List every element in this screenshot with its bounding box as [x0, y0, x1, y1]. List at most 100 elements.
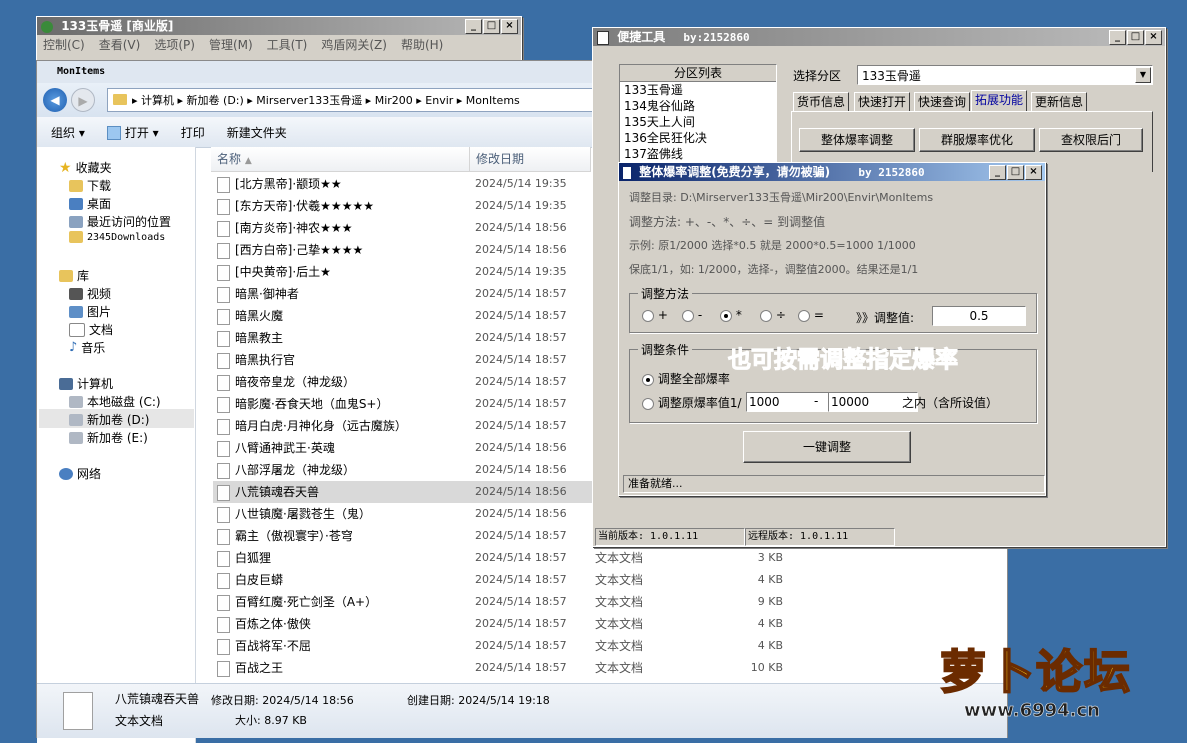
tab-quick-query[interactable]: 快速查询 — [914, 92, 971, 111]
file-type: 文本文档 — [595, 551, 644, 565]
partition-select[interactable]: 133玉骨遥 ▼ — [857, 65, 1153, 85]
tab-updates[interactable]: 更新信息 — [1031, 92, 1088, 111]
file-row[interactable]: 暗黑火魔 2024/5/14 18:57 — [213, 305, 593, 327]
method-plus-radio[interactable]: + — [642, 308, 668, 322]
menu-control[interactable]: 控制(C) — [43, 35, 85, 55]
nav-library[interactable]: 库 — [59, 267, 89, 284]
menu-gateway[interactable]: 鸡盾网关(Z) — [321, 35, 387, 55]
file-name: 暗夜帝皇龙（神龙级） — [235, 375, 356, 389]
file-row[interactable]: [北方黑帝]·颛顼★★ 2024/5/14 19:35 — [213, 173, 593, 195]
nav-item-drive-d[interactable]: 新加卷 (D:) — [69, 411, 149, 428]
forward-button[interactable]: ▶ — [71, 88, 95, 112]
method-divide-radio[interactable]: ÷ — [760, 308, 786, 322]
back-button[interactable]: ◀ — [43, 88, 67, 112]
nav-item-drive-c[interactable]: 本地磁盘 (C:) — [69, 393, 161, 410]
nav-item-recent[interactable]: 最近访问的位置 — [69, 213, 171, 230]
new-folder-button[interactable]: 新建文件夹 — [227, 124, 287, 141]
nav-item-drive-e[interactable]: 新加卷 (E:) — [69, 429, 148, 446]
close-button[interactable]: × — [501, 19, 518, 34]
file-row[interactable]: 白皮巨蟒 2024/5/14 18:57 文本文档 4 KB — [213, 569, 788, 591]
minimize-button[interactable]: _ — [1109, 30, 1126, 45]
dialog-app-icon — [623, 166, 631, 179]
file-row[interactable]: 暗黑·御神者 2024/5/14 18:57 — [213, 283, 593, 305]
nav-item-2345downloads[interactable]: 2345Downloads — [69, 231, 165, 243]
overall-droprate-button[interactable]: 整体爆率调整 — [799, 128, 915, 152]
method-minus-radio[interactable]: - — [682, 308, 702, 322]
minimize-button[interactable]: _ — [465, 19, 482, 34]
nav-item-downloads[interactable]: 下载 — [69, 177, 111, 194]
print-button[interactable]: 打印 — [181, 124, 205, 141]
nav-item-videos[interactable]: 视频 — [69, 285, 111, 302]
column-header-name[interactable]: 名称 ▲ — [211, 147, 470, 172]
close-button[interactable]: × — [1145, 30, 1162, 45]
minimize-button[interactable]: _ — [989, 165, 1006, 180]
organize-button[interactable]: 组织 ▾ — [51, 124, 85, 141]
condition-all-radio[interactable]: 调整全部爆率 — [642, 370, 730, 387]
close-button[interactable]: × — [1025, 165, 1042, 180]
file-row[interactable]: 暗夜帝皇龙（神龙级） 2024/5/14 18:57 — [213, 371, 593, 393]
file-row[interactable]: 百炼之体·傲侠 2024/5/14 18:57 文本文档 4 KB — [213, 613, 788, 635]
method-multiply-radio[interactable]: * — [720, 308, 742, 322]
partition-item[interactable]: 135天上人间 — [620, 114, 776, 130]
details-modified: 修改日期: 2024/5/14 18:56 — [211, 694, 354, 707]
nav-favorites[interactable]: ★ 收藏夹 — [59, 159, 112, 176]
file-row[interactable]: [中央黄帝]·后土★ 2024/5/14 19:35 — [213, 261, 593, 283]
tab-quick-open[interactable]: 快速打开 — [854, 92, 911, 111]
nav-network-label: 网络 — [77, 467, 102, 481]
menu-manage[interactable]: 管理(M) — [209, 35, 253, 55]
range-from-input[interactable]: 1000 — [746, 392, 836, 412]
file-row[interactable]: 八部浮屠龙（神龙级） 2024/5/14 18:56 — [213, 459, 593, 481]
tab-extensions[interactable]: 拓展功能 — [971, 90, 1028, 112]
nav-network[interactable]: 网络 — [59, 465, 101, 482]
column-header-date[interactable]: 修改日期 — [470, 147, 591, 172]
file-row[interactable]: 暗月白虎·月神化身（远古魔族） 2024/5/14 18:57 — [213, 415, 593, 437]
tab-currency[interactable]: 货币信息 — [793, 92, 850, 111]
maximize-button[interactable]: □ — [483, 19, 500, 34]
file-row[interactable]: 八荒镇魂吞天兽 2024/5/14 18:56 — [213, 481, 593, 503]
file-row[interactable]: 百战将军·不屈 2024/5/14 18:57 文本文档 4 KB — [213, 635, 788, 657]
adjust-value-input[interactable]: 0.5 — [932, 306, 1026, 326]
address-field[interactable]: ▸ 计算机 ▸ 新加卷 (D:) ▸ Mirserver133玉骨遥 ▸ Mir… — [107, 88, 595, 112]
group-optimize-button[interactable]: 群服爆率优化 — [919, 128, 1035, 152]
file-row[interactable]: 霸主（傲视寰宇）·苍穹 2024/5/14 18:57 — [213, 525, 593, 547]
partition-list[interactable]: 分区列表 133玉骨遥 134鬼谷仙路 135天上人间 136全民狂化决 137… — [619, 64, 777, 166]
partition-item[interactable]: 133玉骨遥 — [620, 82, 776, 98]
one-click-adjust-button[interactable]: 一键调整 — [743, 431, 911, 463]
chevron-down-icon[interactable]: ▼ — [1135, 67, 1151, 83]
nav-item-pictures[interactable]: 图片 — [69, 303, 111, 320]
file-name: 八部浮屠龙（神龙级） — [235, 463, 356, 477]
nav-item-music[interactable]: ♪ 音乐 — [69, 339, 105, 356]
method-equals-radio[interactable]: = — [798, 308, 824, 322]
file-size: 3 KB — [757, 551, 783, 564]
file-date: 2024/5/14 18:57 — [475, 309, 567, 322]
menu-options[interactable]: 选项(P) — [154, 35, 195, 55]
open-button[interactable]: 打开 ▾ — [106, 124, 159, 141]
file-row[interactable]: 百战之王 2024/5/14 18:57 文本文档 10 KB — [213, 657, 788, 679]
maximize-button[interactable]: □ — [1007, 165, 1024, 180]
menu-tools[interactable]: 工具(T) — [267, 35, 308, 55]
condition-range-radio[interactable]: 调整原爆率值1/ — [642, 394, 742, 411]
maximize-button[interactable]: □ — [1127, 30, 1144, 45]
file-row[interactable]: 百臂红魔·死亡剑圣（A+） 2024/5/14 18:57 文本文档 9 KB — [213, 591, 788, 613]
check-backdoor-button[interactable]: 查权限后门 — [1039, 128, 1143, 152]
nav-item-desktop[interactable]: 桌面 — [69, 195, 111, 212]
menu-view[interactable]: 查看(V) — [99, 35, 141, 55]
file-row[interactable]: 暗黑教主 2024/5/14 18:57 — [213, 327, 593, 349]
partition-item[interactable]: 136全民狂化决 — [620, 130, 776, 146]
partition-item[interactable]: 134鬼谷仙路 — [620, 98, 776, 114]
file-row[interactable]: 白狐狸 2024/5/14 18:57 文本文档 3 KB — [213, 547, 788, 569]
menu-help[interactable]: 帮助(H) — [401, 35, 443, 55]
file-row[interactable]: 八世镇魔·屠戮苍生（鬼） 2024/5/14 18:56 — [213, 503, 593, 525]
partition-item[interactable]: 137盗佛线 — [620, 146, 776, 162]
file-row[interactable]: [东方天帝]·伏羲★★★★★ 2024/5/14 19:35 — [213, 195, 593, 217]
nav-item-documents[interactable]: 文档 — [69, 321, 113, 338]
file-row[interactable]: 暗影魔·吞食天地（血鬼S+） 2024/5/14 18:57 — [213, 393, 593, 415]
file-type: 文本文档 — [595, 617, 644, 631]
file-date: 2024/5/14 18:57 — [475, 397, 567, 410]
nav-computer[interactable]: 计算机 — [59, 375, 113, 392]
file-row[interactable]: 暗黑执行官 2024/5/14 18:57 — [213, 349, 593, 371]
file-row[interactable]: [南方炎帝]·神农★★★ 2024/5/14 18:56 — [213, 217, 593, 239]
star-icon: ★ — [59, 159, 72, 176]
file-row[interactable]: [西方白帝]·己挚★★★★ 2024/5/14 18:56 — [213, 239, 593, 261]
file-row[interactable]: 八臂通神武王·英魂 2024/5/14 18:56 — [213, 437, 593, 459]
